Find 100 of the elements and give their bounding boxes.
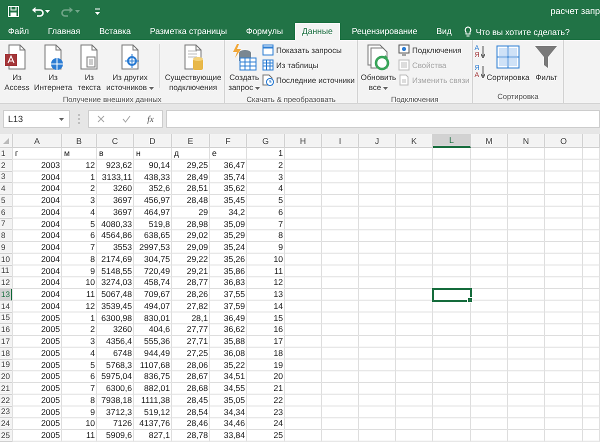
table-cell-text: 2004	[40, 289, 60, 300]
table-cell-text: 494,07	[143, 300, 170, 312]
table-cell-text: 27,77	[186, 324, 208, 336]
column-header[interactable]: G	[247, 134, 285, 148]
row-header[interactable]: 13	[0, 289, 13, 301]
ribbon-tab[interactable]: Вид	[429, 23, 459, 40]
column-header[interactable]: B	[62, 134, 97, 148]
table-cell-text: 19	[272, 360, 283, 370]
column-header[interactable]: I	[322, 134, 359, 148]
name-box[interactable]: L13	[3, 110, 70, 128]
ribbon-tab[interactable]: Рецензирование	[344, 23, 424, 40]
column-header[interactable]: A	[13, 134, 62, 148]
table-cell-text: 5909,6	[105, 430, 132, 441]
row-header[interactable]: 4	[0, 183, 13, 195]
table-cell-text: 12	[84, 160, 95, 171]
ribbon-tab[interactable]: Данные	[294, 23, 340, 40]
column-header[interactable]: L	[433, 134, 471, 148]
table-cell-text: 519,12	[143, 406, 170, 418]
table-cell-text: 35,86	[222, 266, 245, 276]
row-header[interactable]: 17	[0, 336, 13, 348]
row-header[interactable]: 20	[0, 371, 13, 383]
table-cell-text: 2004	[40, 218, 60, 230]
ribbon-tab[interactable]: Формулы	[238, 23, 290, 40]
table-cell-text: 11	[85, 289, 95, 300]
table-cell-text: 5067,48	[100, 289, 132, 300]
table-cell-text: 28,68	[186, 383, 208, 394]
table-cell-text: 882,01	[143, 383, 170, 394]
tell-me-search[interactable]: Что вы хотите сделать?	[464, 23, 570, 40]
table-cell-text: 10	[84, 418, 95, 430]
column-header[interactable]: D	[134, 134, 172, 148]
table-cell-text: 4	[277, 183, 283, 194]
undo-icon	[31, 4, 44, 18]
table-cell-text: 6300,6	[105, 383, 132, 394]
table-cell-text: 35,05	[222, 394, 245, 406]
table-cell-text: 27,25	[186, 348, 208, 359]
table-cell-text: 29,22	[186, 254, 208, 265]
ribbon-tab[interactable]: Вставка	[92, 23, 138, 40]
row-header[interactable]: 8	[0, 230, 13, 242]
table-cell-text: 11	[85, 430, 95, 441]
table-cell-text: 6	[277, 206, 283, 218]
table-cell-text: 7126	[112, 418, 132, 430]
table-cell-text: 1111,38	[140, 394, 170, 406]
insert-function-button[interactable]: fx	[147, 114, 154, 124]
table-cell-text: 2005	[40, 312, 60, 324]
column-header[interactable]: F	[210, 134, 247, 148]
table-cell-text: 24	[272, 418, 283, 430]
redo-icon	[61, 4, 74, 18]
table-cell-text: 28,1	[190, 312, 208, 324]
column-header[interactable]: E	[172, 134, 210, 148]
table-cell-text: 944,49	[143, 348, 170, 359]
column-header[interactable]: O	[545, 134, 583, 148]
row-header[interactable]: 21	[0, 383, 13, 395]
row-header[interactable]: 25	[0, 430, 13, 442]
column-header[interactable]: N	[508, 134, 545, 148]
recent-icon	[262, 74, 274, 86]
table-cell-text: 20	[272, 371, 283, 382]
table-cell-text: 923,62	[105, 160, 132, 171]
table-icon	[262, 59, 274, 71]
ribbon-tab[interactable]: Главная	[40, 23, 88, 40]
row-header[interactable]: 1	[0, 148, 13, 160]
column-header[interactable]	[583, 134, 600, 148]
table-cell-text: д	[174, 148, 180, 159]
active-cell[interactable]	[432, 288, 472, 302]
ribbon-tab[interactable]: Файл	[1, 23, 36, 40]
check-icon[interactable]	[122, 115, 131, 123]
select-all-icon[interactable]	[3, 138, 9, 144]
cancel-icon[interactable]	[97, 115, 106, 123]
row-header[interactable]: 24	[0, 418, 13, 430]
column-header[interactable]: K	[396, 134, 433, 148]
column-header[interactable]: H	[285, 134, 322, 148]
column-header[interactable]: M	[471, 134, 508, 148]
table-cell-text: 3133,11	[100, 172, 132, 182]
caret-icon	[59, 118, 64, 120]
row-header[interactable]: 9	[0, 242, 13, 254]
caret-icon	[45, 10, 50, 12]
qat-button[interactable]	[6, 4, 21, 18]
row-header[interactable]: 5	[0, 195, 13, 207]
formula-input[interactable]	[166, 110, 600, 128]
table-cell-text: 3697	[112, 195, 132, 206]
table-cell-text: 22	[272, 394, 283, 406]
table-cell-text: 28,49	[186, 172, 208, 182]
down-arrow-icon	[480, 66, 485, 78]
table-cell-text: 7	[277, 218, 283, 230]
table-cell-text: 2004	[40, 300, 60, 312]
table-cell-text: 10	[272, 254, 283, 265]
table-cell-text: 33,84	[222, 430, 245, 441]
table-cell-text: 28,45	[186, 394, 208, 406]
table-cell-text: 2005	[40, 394, 60, 406]
row-header[interactable]: 12	[0, 277, 13, 289]
save-icon	[7, 4, 20, 18]
table-cell-text: 458,74	[143, 277, 170, 288]
table-cell-text: 2004	[40, 195, 60, 206]
table-cell-text: 35,22	[222, 360, 245, 370]
column-header[interactable]: J	[359, 134, 396, 148]
table-cell-text: 35,09	[222, 218, 245, 230]
ribbon-tab[interactable]: Разметка страницы	[142, 23, 234, 40]
row-header[interactable]: 16	[0, 324, 13, 336]
column-header[interactable]: C	[97, 134, 134, 148]
table-cell-text: 3697	[112, 206, 132, 218]
table-cell-text: 13	[272, 289, 283, 300]
